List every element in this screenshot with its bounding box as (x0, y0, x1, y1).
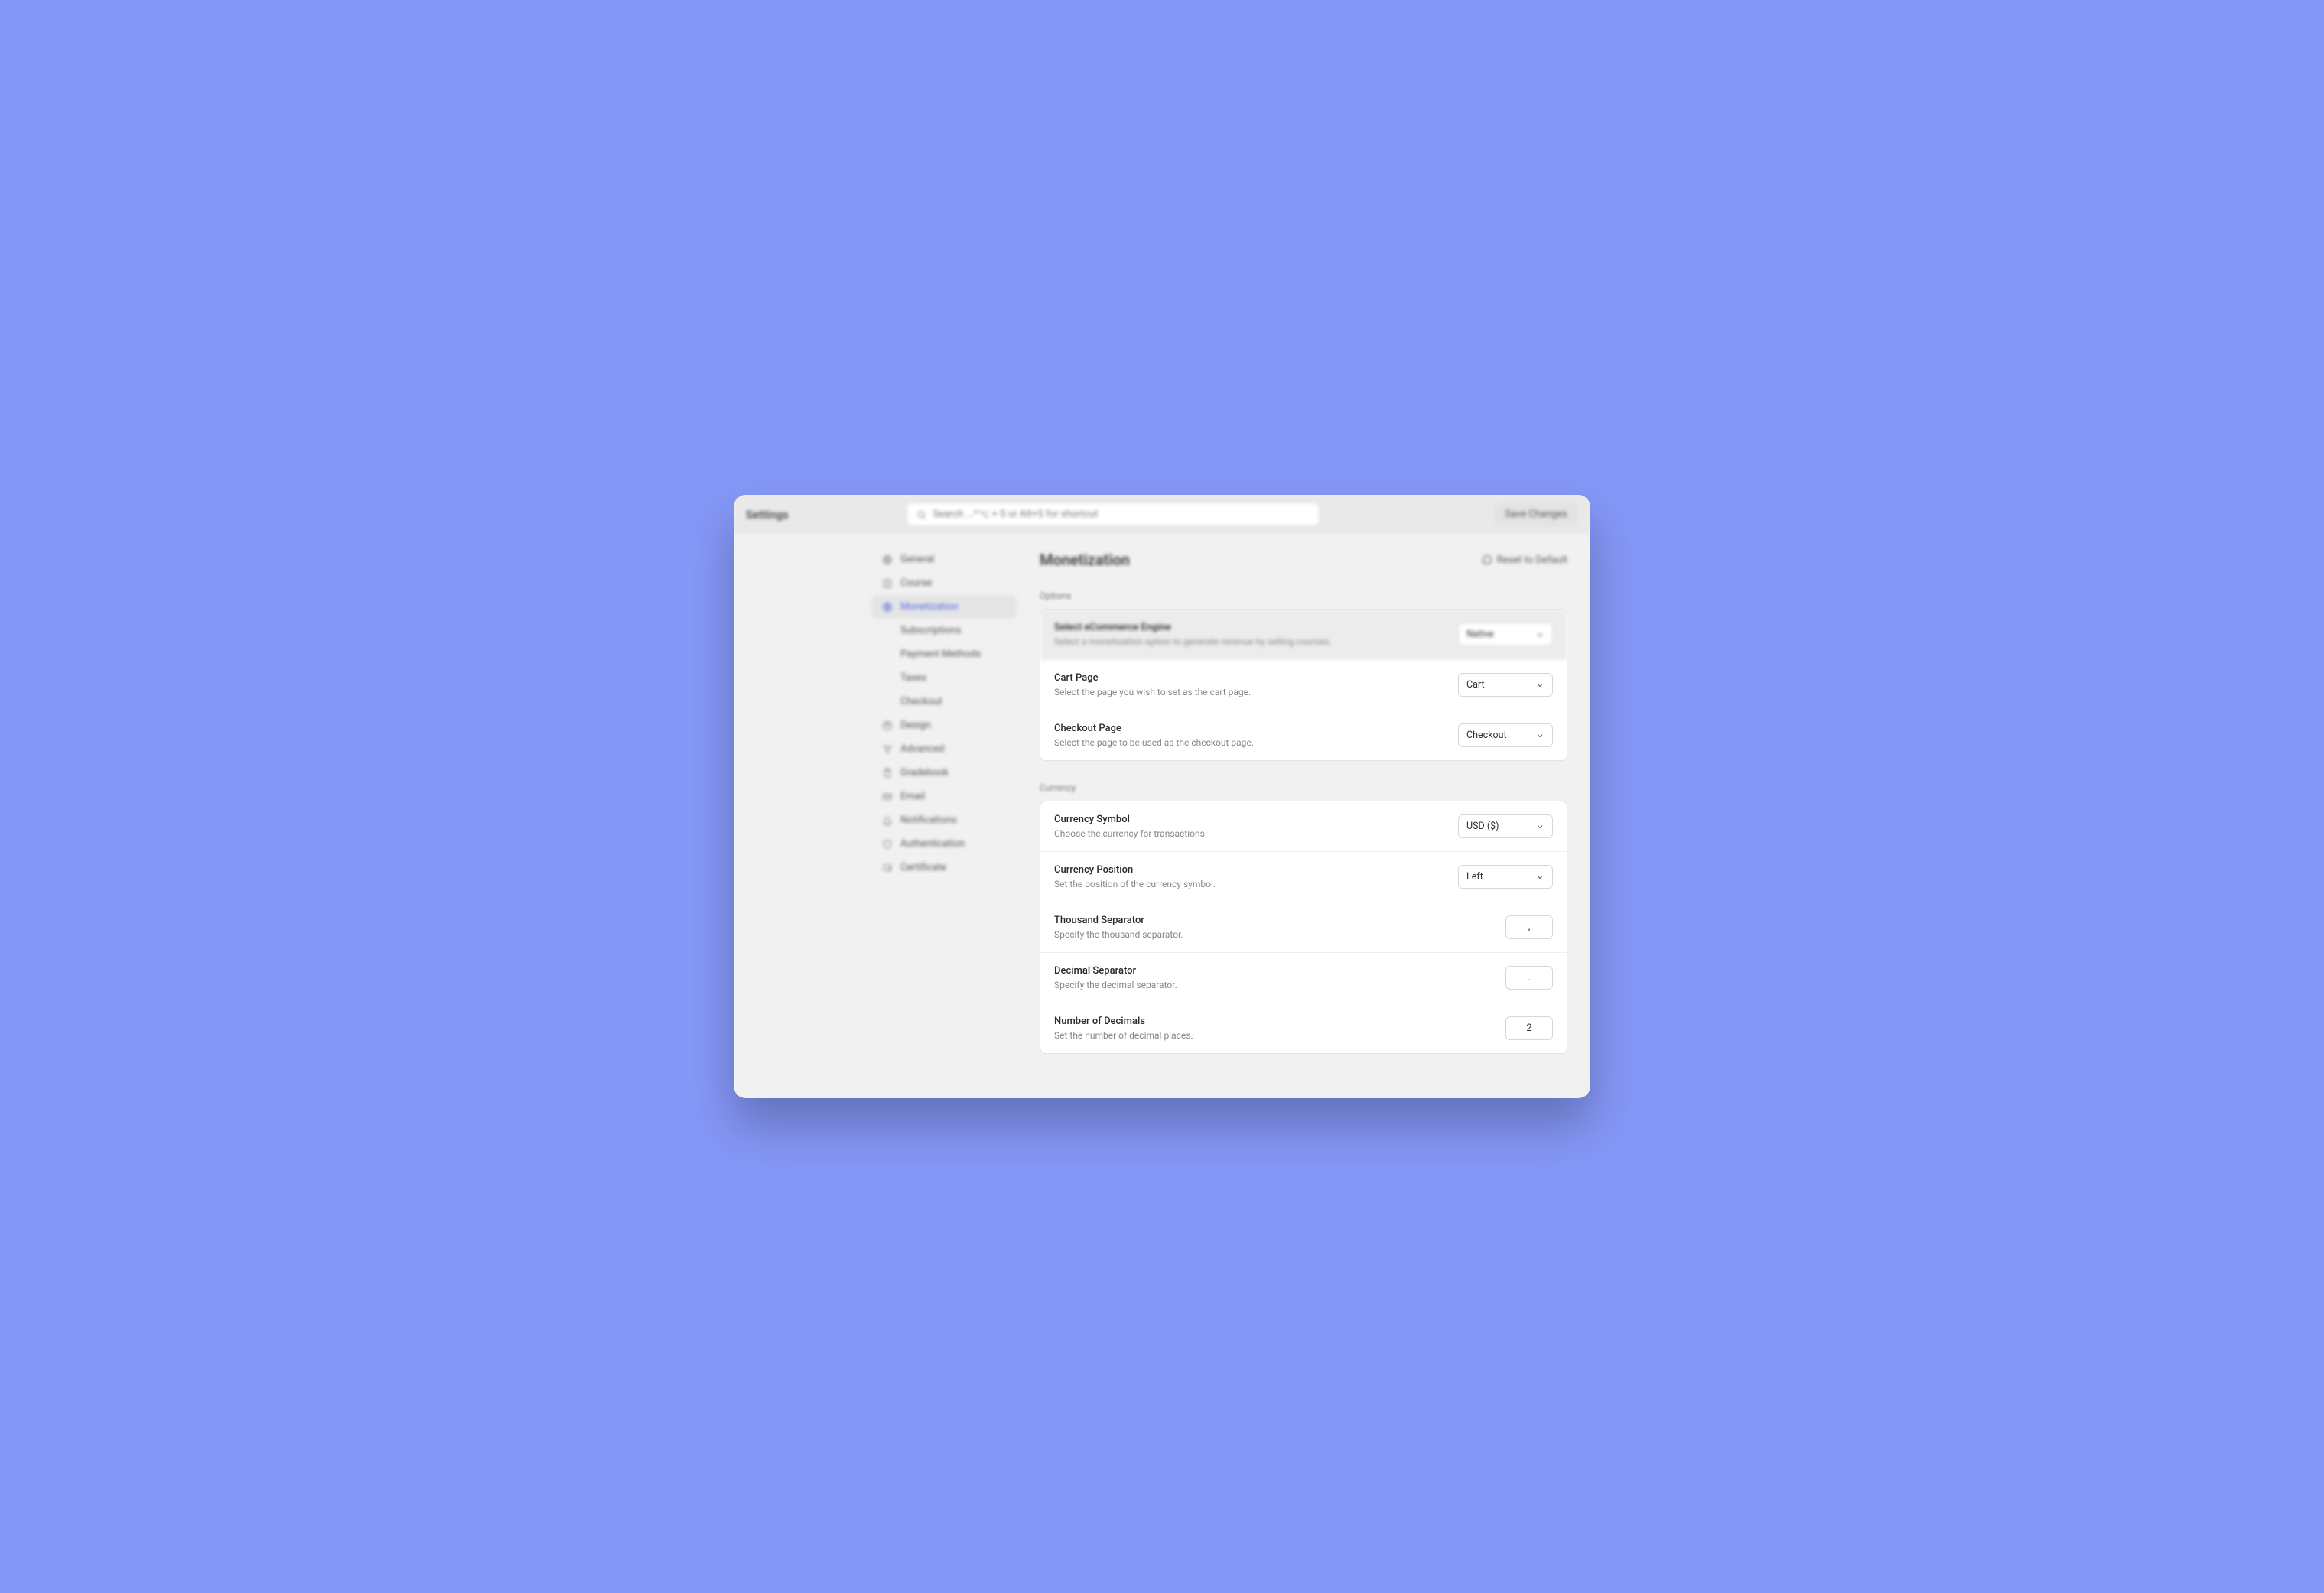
save-changes-button[interactable]: Save Changes (1494, 502, 1578, 526)
sidebar-sub-checkout[interactable]: Checkout (871, 690, 1017, 714)
sidebar-item-advanced[interactable]: Advanced (871, 737, 1017, 761)
row-desc: Select the page to be used as the checko… (1054, 737, 1254, 748)
certificate-icon (882, 863, 893, 873)
sidebar-sub-subscriptions[interactable]: Subscriptions (871, 619, 1017, 642)
sidebar-item-email[interactable]: Email (871, 785, 1017, 808)
chevron-down-icon (1535, 731, 1544, 740)
sidebar-item-label: Monetization (900, 601, 959, 613)
sidebar-item-certificate[interactable]: Certificate (871, 856, 1017, 879)
refresh-icon (1482, 554, 1492, 565)
search-box[interactable] (906, 502, 1320, 526)
input-number-of-decimals[interactable] (1505, 1016, 1553, 1040)
clipboard-icon (882, 768, 893, 779)
select-ecommerce-engine[interactable]: Native (1458, 623, 1553, 646)
row-cart-page: Cart Page Select the page you wish to se… (1040, 660, 1567, 710)
sidebar-item-monetization[interactable]: Monetization (871, 595, 1017, 619)
sidebar-item-label: Certificate (900, 862, 946, 873)
input-thousand-separator[interactable] (1505, 915, 1553, 939)
palette-icon (882, 720, 893, 731)
sidebar-item-label: Gradebook (900, 767, 949, 779)
row-title: Select eCommerce Engine (1054, 622, 1331, 633)
select-value: USD ($) (1466, 821, 1499, 832)
row-desc: Set the position of the currency symbol. (1054, 879, 1216, 889)
sidebar-item-label: Design (900, 720, 931, 731)
row-desc: Specify the thousand separator. (1054, 929, 1183, 940)
select-value: Cart (1466, 679, 1485, 691)
sidebar-item-label: Notifications (900, 814, 957, 826)
main-panel: Monetization Reset to Default Options Se… (1017, 534, 1590, 1098)
currency-card: Currency Symbol Choose the currency for … (1040, 801, 1567, 1054)
row-desc: Specify the decimal separator. (1054, 980, 1177, 990)
sidebar-item-gradebook[interactable]: Gradebook (871, 761, 1017, 785)
select-value: Native (1466, 629, 1493, 640)
row-decimal-separator: Decimal Separator Specify the decimal se… (1040, 953, 1567, 1003)
search-icon (916, 509, 926, 520)
sidebar-item-notifications[interactable]: Notifications (871, 808, 1017, 832)
row-desc: Choose the currency for transactions. (1054, 828, 1207, 839)
row-title: Cart Page (1054, 672, 1251, 684)
select-value: Checkout (1466, 730, 1507, 741)
globe-icon (882, 554, 893, 565)
settings-window: Settings Save Changes General Course (734, 495, 1590, 1098)
sidebar-item-design[interactable]: Design (871, 714, 1017, 737)
chevron-down-icon (1535, 630, 1544, 639)
sidebar-item-authentication[interactable]: Authentication (871, 832, 1017, 856)
sidebar-item-label: Email (900, 791, 925, 802)
sidebar-item-label: General (900, 554, 934, 565)
dollar-icon (882, 602, 893, 613)
row-desc: Select a monetization option to generate… (1054, 636, 1331, 647)
sidebar-item-general[interactable]: General (871, 548, 1017, 571)
row-desc: Select the page you wish to set as the c… (1054, 687, 1251, 697)
row-title: Currency Position (1054, 864, 1216, 876)
section-label-options: Options (1040, 590, 1567, 601)
row-currency-position: Currency Position Set the position of th… (1040, 852, 1567, 902)
row-number-of-decimals: Number of Decimals Set the number of dec… (1040, 1003, 1567, 1053)
select-cart-page[interactable]: Cart (1458, 673, 1553, 697)
chevron-down-icon (1535, 822, 1544, 831)
select-value: Left (1466, 871, 1483, 883)
select-checkout-page[interactable]: Checkout (1458, 723, 1553, 747)
page-title: Monetization (1040, 551, 1130, 569)
options-card: Select eCommerce Engine Select a monetiz… (1040, 609, 1567, 761)
topbar: Settings Save Changes (734, 495, 1590, 534)
bell-icon (882, 815, 893, 826)
row-title: Currency Symbol (1054, 814, 1207, 825)
chevron-down-icon (1535, 873, 1544, 882)
row-title: Number of Decimals (1054, 1016, 1193, 1027)
sidebar-item-label: Course (900, 577, 932, 589)
row-title: Checkout Page (1054, 723, 1254, 734)
page-header: Monetization Reset to Default (1040, 551, 1567, 569)
reset-to-default-button[interactable]: Reset to Default (1482, 554, 1567, 566)
reset-label: Reset to Default (1497, 554, 1567, 566)
row-ecommerce-engine: Select eCommerce Engine Select a monetiz… (1040, 610, 1567, 660)
sidebar-sub-taxes[interactable]: Taxes (871, 666, 1017, 690)
row-title: Decimal Separator (1054, 965, 1177, 977)
section-label-currency: Currency (1040, 782, 1567, 793)
sidebar-item-label: Advanced (900, 743, 944, 755)
book-icon (882, 578, 893, 589)
select-currency-position[interactable]: Left (1458, 865, 1553, 889)
filter-icon (882, 744, 893, 755)
input-decimal-separator[interactable] (1505, 966, 1553, 990)
row-title: Thousand Separator (1054, 915, 1183, 926)
row-checkout-page: Checkout Page Select the page to be used… (1040, 710, 1567, 760)
select-currency-symbol[interactable]: USD ($) (1458, 814, 1553, 838)
sidebar-item-course[interactable]: Course (871, 571, 1017, 595)
mail-icon (882, 792, 893, 802)
shield-icon (882, 839, 893, 850)
chevron-down-icon (1535, 681, 1544, 690)
row-currency-symbol: Currency Symbol Choose the currency for … (1040, 801, 1567, 852)
sidebar-item-label: Authentication (900, 838, 965, 850)
row-desc: Set the number of decimal places. (1054, 1030, 1193, 1041)
row-thousand-separator: Thousand Separator Specify the thousand … (1040, 902, 1567, 953)
search-input[interactable] (933, 509, 1310, 520)
sidebar: General Course Monetization Subscription… (734, 534, 1017, 1098)
app-title: Settings (746, 508, 789, 522)
sidebar-sub-payment-methods[interactable]: Payment Methods (871, 642, 1017, 666)
